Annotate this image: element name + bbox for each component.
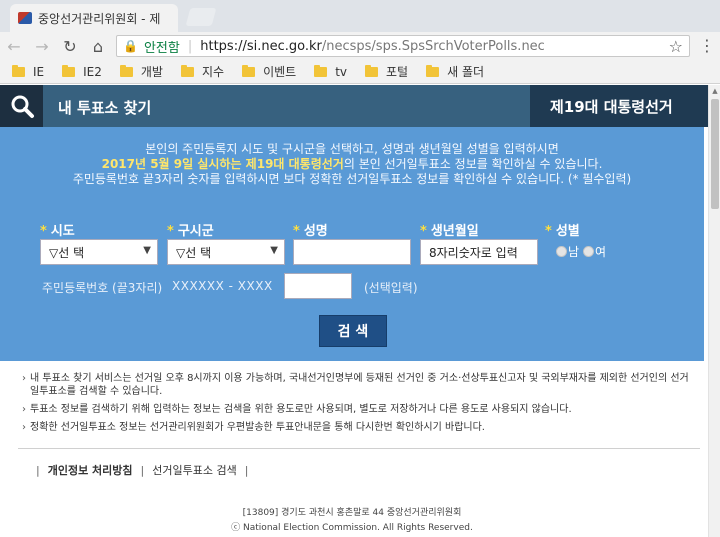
gender-female-label: 여 — [595, 245, 607, 259]
gender-label: * 성별 — [545, 224, 580, 239]
notice-item: 내 투표소 찾기 서비스는 선거일 오후 8시까지 이용 가능하며, 국내선거인… — [22, 372, 692, 398]
notice-item: 투표소 정보를 검색하기 위해 입력하는 정보는 검색을 위한 용도로만 사용되… — [22, 403, 692, 416]
tab-title: 중앙선거관리위원회 - 제 — [38, 11, 161, 26]
rrn-input[interactable] — [284, 273, 352, 299]
search-form-panel: 본인의 주민등록지 시도 및 구시군을 선택하고, 성명과 생년월일 성별을 입… — [0, 127, 704, 361]
intro-line-3: 주민등록번호 끝3자리 숫자를 입력하시면 보다 정확한 선거일투표소 정보를 … — [72, 172, 632, 186]
sido-label: * 시도 — [40, 224, 75, 239]
folder-icon — [62, 64, 76, 77]
bookmark-folder[interactable]: 포털 — [365, 63, 408, 80]
name-label: * 성명 — [293, 224, 328, 239]
gender-radio-group: 남 여 — [556, 243, 610, 260]
intro-line-1: 본인의 주민등록지 시도 및 구시군을 선택하고, 성명과 생년월일 성별을 입… — [145, 142, 559, 156]
page-scrollbar[interactable]: ▲ — [708, 85, 720, 537]
folder-icon — [180, 64, 194, 77]
bookmark-star-icon[interactable]: ☆ — [669, 37, 683, 56]
lock-icon: 🔒 — [123, 39, 138, 53]
gender-male-radio[interactable] — [556, 246, 567, 257]
folder-icon — [426, 64, 440, 77]
intro-line-2: 의 본인 선거일투표소 정보를 확인하실 수 있습니다. — [343, 157, 603, 171]
forward-arrow-icon[interactable]: → — [28, 32, 56, 60]
browser-menu-icon[interactable]: ⋮ — [698, 36, 716, 56]
dropdown-arrow-icon: ▼ — [270, 245, 278, 256]
privacy-policy-link[interactable]: 개인정보 처리방침 — [48, 462, 133, 478]
folder-icon — [365, 64, 379, 77]
rrn-mask: XXXXXX - XXXX — [172, 279, 273, 293]
dropdown-arrow-icon: ▼ — [143, 245, 151, 256]
bookmark-folder[interactable]: 개발 — [119, 63, 163, 80]
birth-input[interactable]: 8자리숫자로 입력 — [420, 239, 538, 265]
scroll-up-icon[interactable]: ▲ — [709, 85, 720, 97]
folder-icon — [12, 64, 25, 77]
bookmark-folder[interactable]: IE2 — [62, 64, 102, 79]
page-title: 내 투표소 찾기 — [58, 99, 152, 117]
bookmark-folder[interactable]: 지수 — [180, 63, 224, 80]
folder-icon — [314, 64, 328, 77]
reload-icon[interactable]: ↻ — [56, 32, 84, 60]
url-host: https://si.nec.go.kr — [200, 38, 322, 54]
intro-highlight: 2017년 5월 9일 실시하는 제19대 대통령선거 — [101, 157, 344, 171]
browser-toolbar: ← → ↻ ⌂ 🔒 안전함 | https://si.nec.go.kr /ne… — [0, 32, 720, 60]
optional-note: (선택입력) — [364, 281, 418, 295]
footer-address: [13809] 경기도 과천시 홍촌말로 44 중앙선거관리위원회 — [242, 508, 462, 518]
search-button[interactable]: 검 색 — [319, 315, 387, 347]
folder-icon — [119, 64, 133, 77]
gender-female-radio[interactable] — [583, 246, 595, 257]
bookmark-folder[interactable]: 새 폴더 — [426, 63, 484, 80]
url-separator: | — [187, 38, 193, 54]
notice-list: 내 투표소 찾기 서비스는 선거일 오후 8시까지 이용 가능하며, 국내선거인… — [22, 372, 692, 439]
birth-label: * 생년월일 — [420, 224, 479, 239]
rrn-label: 주민등록번호 (끝3자리) — [42, 281, 163, 295]
page-header: 내 투표소 찾기 제19대 대통령선거 — [0, 85, 708, 127]
home-icon[interactable]: ⌂ — [84, 32, 112, 60]
gender-male-label: 남 — [568, 245, 580, 259]
footer-divider — [18, 448, 700, 449]
address-bar[interactable]: 🔒 안전함 | https://si.nec.go.kr /necsps/sps… — [116, 35, 690, 57]
folder-icon — [242, 64, 256, 77]
tab-bar: 중앙선거관리위원회 - 제 — [0, 0, 720, 32]
scroll-thumb[interactable] — [711, 99, 719, 209]
bookmarks-bar: IE IE2 개발 지수 이벤트 tv 포털 새 폴더 — [0, 60, 720, 84]
back-arrow-icon[interactable]: ← — [0, 32, 28, 60]
gusigun-label: * 구시군 — [167, 224, 214, 239]
footer-copyright: ⓒ National Election Commission. All Righ… — [231, 523, 473, 533]
name-input[interactable] — [293, 239, 411, 265]
bookmark-folder[interactable]: IE — [12, 64, 44, 79]
bookmark-folder[interactable]: 이벤트 — [242, 63, 296, 80]
sido-select[interactable]: ▽선 택 ▼ — [40, 239, 158, 265]
new-tab-button[interactable] — [185, 8, 217, 26]
intro-text: 본인의 주민등록지 시도 및 구시군을 선택하고, 성명과 생년월일 성별을 입… — [0, 142, 704, 187]
bookmark-folder[interactable]: tv — [314, 64, 347, 79]
site-favicon-icon — [18, 12, 32, 24]
secure-label: 안전함 — [143, 40, 180, 56]
notice-item: 정확한 선거일투표소 정보는 선거관리위원회가 우편발송한 투표안내문을 통해 … — [22, 421, 692, 434]
gusigun-select[interactable]: ▽선 택 ▼ — [167, 239, 285, 265]
url-path: /necsps/sps.SpsSrchVoterPolls.nec — [321, 38, 545, 54]
browser-tab[interactable]: 중앙선거관리위원회 - 제 — [10, 4, 178, 32]
polling-search-link[interactable]: 선거일투표소 검색 — [152, 462, 236, 478]
search-icon — [0, 85, 43, 127]
footer-links: | 개인정보 처리방침 | 선거일투표소 검색 | — [36, 462, 249, 478]
election-title: 제19대 대통령선거 — [530, 85, 708, 127]
